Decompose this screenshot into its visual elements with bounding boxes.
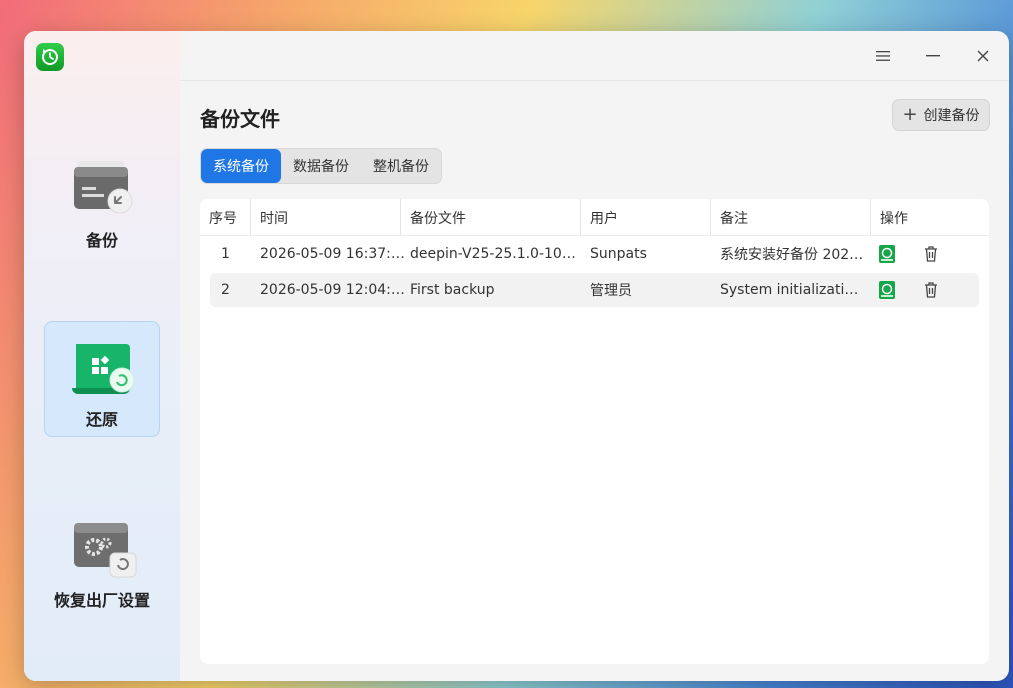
row-note: System initializatio…	[720, 282, 865, 298]
delete-icon[interactable]	[923, 281, 941, 299]
app-window: 备份 还原 恢复出厂设置 备份文件 + 创建备份 系统备份 数据备份 整机备份 …	[24, 31, 1009, 681]
close-icon[interactable]	[970, 43, 996, 69]
row-index: 1	[221, 246, 230, 262]
tab-system-backup[interactable]: 系统备份	[201, 149, 281, 183]
row-time: 2026-05-09 16:37:47	[260, 246, 405, 262]
row-file: First backup	[410, 282, 495, 298]
sidebar: 备份 还原 恢复出厂设置	[24, 31, 180, 681]
restore-action-icon[interactable]	[879, 281, 897, 299]
row-index: 2	[221, 282, 230, 298]
sidebar-item-label: 恢复出厂设置	[53, 591, 150, 610]
restore-icon	[66, 332, 138, 400]
sidebar-item-label: 还原	[85, 410, 118, 429]
table-header: 序号 时间 备份文件 用户 备注 操作	[200, 199, 989, 236]
sidebar-item-label: 备份	[85, 231, 118, 250]
column-header-user: 用户	[580, 199, 710, 236]
delete-icon[interactable]	[923, 245, 941, 263]
row-file: deepin-V25-25.1.0-100…	[410, 246, 580, 262]
column-header-index: 序号	[209, 210, 237, 227]
column-header-actions: 操作	[870, 199, 989, 236]
tab-full-backup[interactable]: 整机备份	[361, 149, 441, 183]
row-note: 系统安装好备份 202…	[720, 247, 864, 263]
table-row[interactable]: 1 2026-05-09 16:37:47 deepin-V25-25.1.0-…	[210, 237, 979, 271]
restore-action-icon[interactable]	[879, 245, 897, 263]
table-row[interactable]: 2 2026-05-09 12:04:19 First backup 管理员 S…	[210, 273, 979, 307]
titlebar	[180, 31, 1009, 81]
sidebar-item-backup[interactable]: 备份	[44, 143, 160, 259]
minimize-icon[interactable]	[920, 43, 946, 69]
plus-icon: +	[902, 104, 918, 125]
app-logo-icon	[36, 43, 64, 71]
backup-table: 序号 时间 备份文件 用户 备注 操作 1 2026-05-09 16:37:4…	[200, 199, 989, 664]
tab-data-backup[interactable]: 数据备份	[281, 149, 361, 183]
page-title: 备份文件	[200, 107, 280, 131]
create-backup-button[interactable]: + 创建备份	[892, 99, 990, 131]
create-backup-label: 创建备份	[923, 108, 980, 124]
backup-icon	[66, 153, 138, 221]
column-header-note: 备注	[710, 199, 870, 236]
factory-reset-icon	[66, 513, 138, 581]
row-user: 管理员	[590, 283, 632, 299]
row-time: 2026-05-09 12:04:19	[260, 282, 405, 298]
backup-type-tabs: 系统备份 数据备份 整机备份	[200, 148, 442, 184]
column-header-time: 时间	[250, 199, 400, 236]
column-header-file: 备份文件	[400, 199, 580, 236]
sidebar-item-restore[interactable]: 还原	[44, 321, 160, 437]
hamburger-menu-icon[interactable]	[870, 43, 896, 69]
row-user: Sunpats	[590, 246, 647, 262]
sidebar-item-factory-reset[interactable]: 恢复出厂设置	[44, 503, 160, 619]
